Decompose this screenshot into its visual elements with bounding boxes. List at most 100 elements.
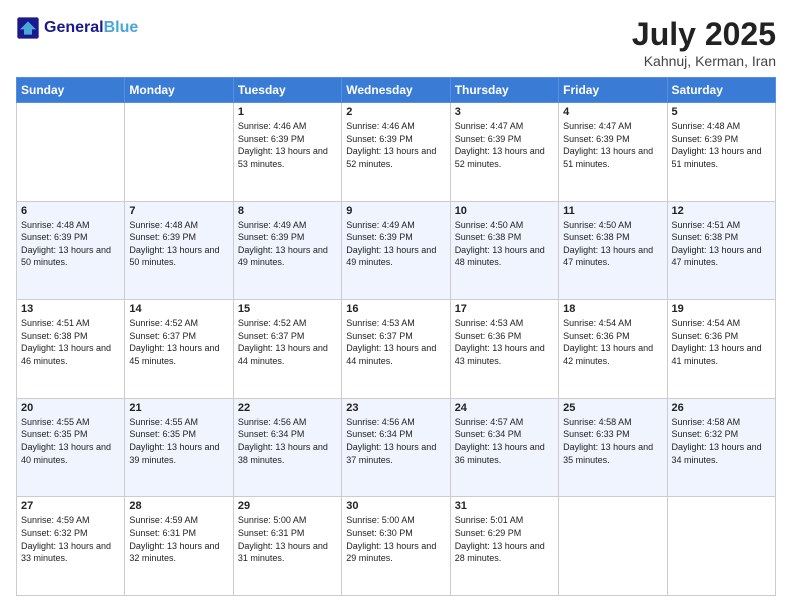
day-number: 7 [129,205,228,217]
col-header-monday: Monday [125,78,233,103]
day-info: Sunrise: 5:00 AM Sunset: 6:30 PM Dayligh… [346,514,445,564]
calendar-cell: 5Sunrise: 4:48 AM Sunset: 6:39 PM Daylig… [667,103,775,202]
day-info: Sunrise: 4:47 AM Sunset: 6:39 PM Dayligh… [455,120,554,170]
calendar-cell: 24Sunrise: 4:57 AM Sunset: 6:34 PM Dayli… [450,398,558,497]
calendar-cell: 3 Sunrise: 4:47 AM Sunset: 6:39 PM Daylig… [450,103,558,202]
calendar-week-row: 1 Sunrise: 4:46 AM Sunset: 6:39 PM Daylig… [17,103,776,202]
day-number: 13 [21,303,120,315]
day-info: Sunrise: 4:50 AM Sunset: 6:38 PM Dayligh… [563,219,662,269]
logo-text: GeneralBlue [44,19,138,37]
day-number: 16 [346,303,445,315]
day-info: Sunrise: 4:49 AM Sunset: 6:39 PM Dayligh… [346,219,445,269]
calendar-cell: 15Sunrise: 4:52 AM Sunset: 6:37 PM Dayli… [233,300,341,399]
day-number: 18 [563,303,662,315]
calendar-cell: 23 Sunrise: 4:56 AM Sunset: 6:34 PM Dayli… [342,398,450,497]
day-info: Sunrise: 5:01 AM Sunset: 6:29 PM Dayligh… [455,514,554,564]
day-number: 26 [672,402,771,414]
calendar-cell: 8Sunrise: 4:49 AM Sunset: 6:39 PM Daylig… [233,201,341,300]
calendar-cell: 10Sunrise: 4:50 AM Sunset: 6:38 PM Dayli… [450,201,558,300]
calendar-cell: 4 Sunrise: 4:47 AM Sunset: 6:39 PM Daylig… [559,103,667,202]
calendar-cell: 7Sunrise: 4:48 AM Sunset: 6:39 PM Daylig… [125,201,233,300]
day-number: 25 [563,402,662,414]
calendar-cell: 17 Sunrise: 4:53 AM Sunset: 6:36 PM Dayli… [450,300,558,399]
day-info: Sunrise: 4:57 AM Sunset: 6:34 PM Dayligh… [455,416,554,466]
col-header-thursday: Thursday [450,78,558,103]
col-header-friday: Friday [559,78,667,103]
day-info: Sunrise: 4:46 AM Sunset: 6:39 PM Dayligh… [238,120,337,170]
day-info: Sunrise: 4:59 AM Sunset: 6:32 PM Dayligh… [21,514,120,564]
calendar-cell [17,103,125,202]
title-block: July 2025 Kahnuj, Kerman, Iran [632,16,776,69]
calendar-cell: 18 Sunrise: 4:54 AM Sunset: 6:36 PM Dayli… [559,300,667,399]
calendar-cell: 20 Sunrise: 4:55 AM Sunset: 6:35 PM Dayli… [17,398,125,497]
day-number: 29 [238,500,337,512]
day-number: 19 [672,303,771,315]
day-number: 28 [129,500,228,512]
day-info: Sunrise: 4:55 AM Sunset: 6:35 PM Dayligh… [21,416,120,466]
col-header-wednesday: Wednesday [342,78,450,103]
day-info: Sunrise: 4:46 AM Sunset: 6:39 PM Dayligh… [346,120,445,170]
logo: GeneralBlue [16,16,138,40]
day-number: 12 [672,205,771,217]
day-info: Sunrise: 4:48 AM Sunset: 6:39 PM Dayligh… [21,219,120,269]
calendar-cell: 9 Sunrise: 4:49 AM Sunset: 6:39 PM Daylig… [342,201,450,300]
day-number: 15 [238,303,337,315]
day-info: Sunrise: 4:49 AM Sunset: 6:39 PM Dayligh… [238,219,337,269]
day-number: 27 [21,500,120,512]
col-header-tuesday: Tuesday [233,78,341,103]
day-number: 3 [455,106,554,118]
day-info: Sunrise: 4:52 AM Sunset: 6:37 PM Dayligh… [129,317,228,367]
calendar-cell: 12Sunrise: 4:51 AM Sunset: 6:38 PM Dayli… [667,201,775,300]
day-number: 17 [455,303,554,315]
day-number: 10 [455,205,554,217]
day-number: 9 [346,205,445,217]
day-number: 4 [563,106,662,118]
calendar-cell: 22Sunrise: 4:56 AM Sunset: 6:34 PM Dayli… [233,398,341,497]
day-number: 30 [346,500,445,512]
calendar-cell: 31 Sunrise: 5:01 AM Sunset: 6:29 PM Dayli… [450,497,558,596]
day-number: 21 [129,402,228,414]
col-header-saturday: Saturday [667,78,775,103]
day-number: 5 [672,106,771,118]
day-info: Sunrise: 4:55 AM Sunset: 6:35 PM Dayligh… [129,416,228,466]
day-number: 6 [21,205,120,217]
calendar-week-row: 13 Sunrise: 4:51 AM Sunset: 6:38 PM Dayli… [17,300,776,399]
day-info: Sunrise: 4:51 AM Sunset: 6:38 PM Dayligh… [21,317,120,367]
calendar-header-row: SundayMondayTuesdayWednesdayThursdayFrid… [17,78,776,103]
day-info: Sunrise: 4:54 AM Sunset: 6:36 PM Dayligh… [563,317,662,367]
calendar-cell: 6 Sunrise: 4:48 AM Sunset: 6:39 PM Daylig… [17,201,125,300]
calendar-cell: 28Sunrise: 4:59 AM Sunset: 6:31 PM Dayli… [125,497,233,596]
calendar-cell: 16 Sunrise: 4:53 AM Sunset: 6:37 PM Dayli… [342,300,450,399]
day-info: Sunrise: 4:56 AM Sunset: 6:34 PM Dayligh… [346,416,445,466]
calendar-cell: 21 Sunrise: 4:55 AM Sunset: 6:35 PM Dayli… [125,398,233,497]
calendar-cell: 30 Sunrise: 5:00 AM Sunset: 6:30 PM Dayli… [342,497,450,596]
day-info: Sunrise: 4:56 AM Sunset: 6:34 PM Dayligh… [238,416,337,466]
day-number: 23 [346,402,445,414]
calendar-cell [667,497,775,596]
day-info: Sunrise: 4:53 AM Sunset: 6:37 PM Dayligh… [346,317,445,367]
day-number: 11 [563,205,662,217]
day-info: Sunrise: 4:58 AM Sunset: 6:32 PM Dayligh… [672,416,771,466]
day-number: 14 [129,303,228,315]
calendar-week-row: 6 Sunrise: 4:48 AM Sunset: 6:39 PM Daylig… [17,201,776,300]
month-title: July 2025 [632,16,776,53]
calendar-cell [559,497,667,596]
logo-icon [16,16,40,40]
calendar-cell: 13 Sunrise: 4:51 AM Sunset: 6:38 PM Dayli… [17,300,125,399]
calendar-cell: 26 Sunrise: 4:58 AM Sunset: 6:32 PM Dayli… [667,398,775,497]
day-number: 31 [455,500,554,512]
calendar-table: SundayMondayTuesdayWednesdayThursdayFrid… [16,77,776,596]
calendar-cell: 2 Sunrise: 4:46 AM Sunset: 6:39 PM Daylig… [342,103,450,202]
calendar-cell: 27 Sunrise: 4:59 AM Sunset: 6:32 PM Dayli… [17,497,125,596]
calendar-week-row: 27 Sunrise: 4:59 AM Sunset: 6:32 PM Dayli… [17,497,776,596]
day-info: Sunrise: 4:54 AM Sunset: 6:36 PM Dayligh… [672,317,771,367]
day-number: 1 [238,106,337,118]
day-number: 2 [346,106,445,118]
calendar-cell [125,103,233,202]
day-info: Sunrise: 5:00 AM Sunset: 6:31 PM Dayligh… [238,514,337,564]
day-number: 20 [21,402,120,414]
calendar-week-row: 20 Sunrise: 4:55 AM Sunset: 6:35 PM Dayli… [17,398,776,497]
calendar-cell: 29 Sunrise: 5:00 AM Sunset: 6:31 PM Dayli… [233,497,341,596]
day-info: Sunrise: 4:53 AM Sunset: 6:36 PM Dayligh… [455,317,554,367]
day-info: Sunrise: 4:47 AM Sunset: 6:39 PM Dayligh… [563,120,662,170]
